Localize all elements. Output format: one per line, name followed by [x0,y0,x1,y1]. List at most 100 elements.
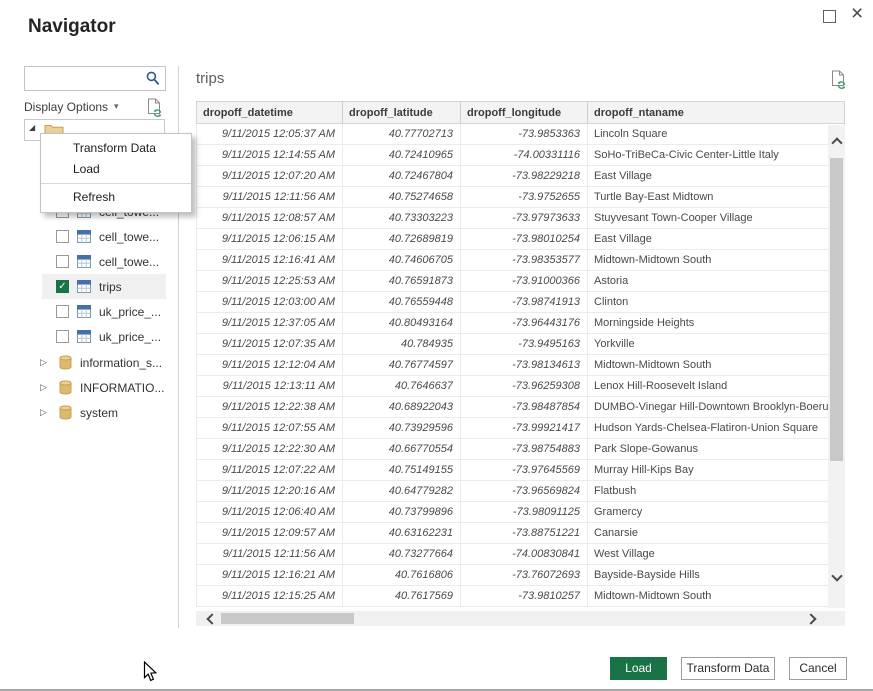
transform-data-button[interactable]: Transform Data [681,657,775,680]
scroll-down-icon[interactable] [831,570,842,581]
tree-item-table[interactable]: cell_towe... [42,224,166,249]
table-cell: 40.64779282 [343,481,461,502]
table-cell: 9/11/2015 12:07:55 AM [196,418,343,439]
table-cell: Midtown-Midtown South [588,586,845,607]
scroll-left-icon[interactable] [206,613,217,624]
file-refresh-icon[interactable] [829,77,847,94]
checkbox[interactable] [56,305,69,318]
tree-item-label: trips [99,280,122,294]
table-cell: Murray Hill-Kips Bay [588,460,845,481]
tree-item-table[interactable]: ✓ trips [42,274,166,299]
close-icon[interactable]: × [851,2,863,26]
table-cell: 40.80493164 [343,313,461,334]
context-menu: Transform DataLoad Refresh [40,133,192,213]
tree-item-database[interactable]: ▷ information_s... [40,350,172,375]
table-cell: -74.00331116 [461,145,588,166]
table-cell: 9/11/2015 12:15:25 AM [196,586,343,607]
table-cell: Yorkville [588,334,845,355]
table-cell: -73.96443176 [461,313,588,334]
tree-item-database[interactable]: ▷ system [40,400,172,425]
context-menu-item[interactable]: Load [41,159,191,180]
table-icon [77,230,91,243]
chevron-right-icon[interactable]: ▷ [40,407,51,418]
vertical-scrollbar[interactable] [828,125,845,608]
table-cell: 9/11/2015 12:16:41 AM [196,250,343,271]
horizontal-scrollbar[interactable] [196,611,845,626]
mouse-cursor [143,661,158,688]
table-cell: 40.72467804 [343,166,461,187]
preview-grid: dropoff_datetimedropoff_latitudedropoff_… [196,101,845,607]
table-cell: -73.9495163 [461,334,588,355]
table-cell: Midtown-Midtown South [588,355,845,376]
vertical-scrollbar-thumb[interactable] [830,158,843,461]
load-button[interactable]: Load [610,657,667,680]
table-cell: Lincoln Square [588,124,845,145]
horizontal-scrollbar-thumb[interactable] [221,613,354,624]
dialog-title: Navigator [28,16,116,38]
table-cell: Hudson Yards-Chelsea-Flatiron-Union Squa… [588,418,845,439]
table-cell: 40.66770554 [343,439,461,460]
table-cell: East Village [588,166,845,187]
search-input[interactable] [29,69,145,89]
tree-item-label: system [80,406,118,420]
table-cell: -73.96569824 [461,481,588,502]
table-row: 9/11/2015 12:20:16 AM40.64779282-73.9656… [196,481,845,502]
table-row: 9/11/2015 12:11:56 AM40.75274658-73.9752… [196,187,845,208]
checkbox[interactable] [56,330,69,343]
database-icon [59,405,72,420]
scroll-up-icon[interactable] [831,137,842,148]
maximize-button[interactable] [823,10,836,23]
table-row: 9/11/2015 12:07:35 AM40.784935-73.949516… [196,334,845,355]
checkbox[interactable] [56,230,69,243]
table-cell: 40.73799896 [343,502,461,523]
search-icon[interactable] [146,71,160,91]
table-cell: West Village [588,544,845,565]
context-menu-item[interactable]: Refresh [41,187,191,208]
context-menu-item[interactable]: Transform Data [41,138,191,159]
table-cell: Turtle Bay-East Midtown [588,187,845,208]
column-header: dropoff_latitude [343,101,461,124]
column-header: dropoff_datetime [196,101,343,124]
table-cell: 40.74606705 [343,250,461,271]
display-options-dropdown[interactable]: Display Options▾ [24,100,119,114]
table-cell: Bayside-Bayside Hills [588,565,845,586]
table-icon [77,305,91,318]
table-cell: -73.98134613 [461,355,588,376]
table-cell: 9/11/2015 12:22:30 AM [196,439,343,460]
table-row: 9/11/2015 12:11:56 AM40.73277664-74.0083… [196,544,845,565]
scroll-right-icon[interactable] [805,613,816,624]
tree-item-database[interactable]: ▷ INFORMATIO... [40,375,172,400]
table-cell: 9/11/2015 12:37:05 AM [196,313,343,334]
table-row: 9/11/2015 12:22:38 AM40.68922043-73.9848… [196,397,845,418]
table-cell: Canarsie [588,523,845,544]
table-cell: 40.75274658 [343,187,461,208]
checkbox[interactable]: ✓ [56,280,69,293]
table-cell: 9/11/2015 12:22:38 AM [196,397,343,418]
expanded-arrow-icon[interactable]: ◢ [29,123,35,132]
table-cell: 9/11/2015 12:08:57 AM [196,208,343,229]
table-cell: 9/11/2015 12:07:35 AM [196,334,343,355]
cancel-button[interactable]: Cancel [789,657,847,680]
table-cell: -74.00830841 [461,544,588,565]
tree-item-table[interactable]: cell_towe... [42,249,166,274]
tree-item-label: information_s... [80,356,162,370]
chevron-right-icon[interactable]: ▷ [40,382,51,393]
tree-item-table[interactable]: uk_price_... [42,324,166,349]
tree-item-table[interactable]: uk_price_... [42,299,166,324]
table-cell: -73.9810257 [461,586,588,607]
navigator-tree-databases: ▷ information_s...▷ INFORMATIO...▷ syste… [40,350,172,425]
table-cell: -73.98741913 [461,292,588,313]
chevron-right-icon[interactable]: ▷ [40,357,51,368]
table-row: 9/11/2015 12:15:25 AM40.7617569-73.98102… [196,586,845,607]
table-cell: 9/11/2015 12:14:55 AM [196,145,343,166]
table-cell: 9/11/2015 12:09:57 AM [196,523,343,544]
table-cell: East Village [588,229,845,250]
display-options-label: Display Options [24,100,108,114]
table-row: 9/11/2015 12:07:55 AM40.73929596-73.9992… [196,418,845,439]
table-cell: 40.7617569 [343,586,461,607]
table-cell: 9/11/2015 12:25:53 AM [196,271,343,292]
table-icon [77,255,91,268]
table-cell: 9/11/2015 12:03:00 AM [196,292,343,313]
checkbox[interactable] [56,255,69,268]
table-cell: SoHo-TriBeCa-Civic Center-Little Italy [588,145,845,166]
